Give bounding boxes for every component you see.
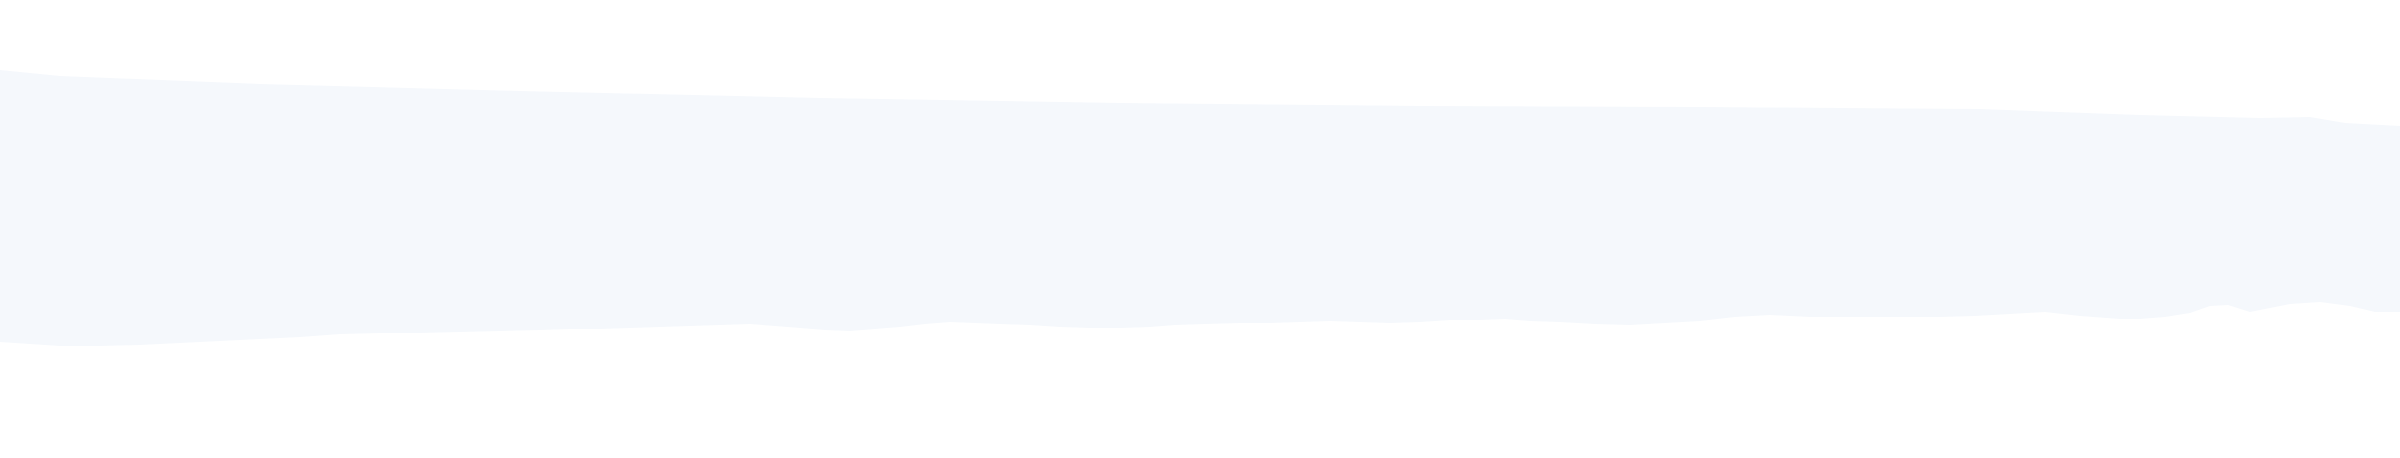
brush-stroke-band: [0, 70, 2400, 346]
page-canvas: [0, 0, 2400, 458]
decorative-wave-band: [0, 70, 2400, 346]
